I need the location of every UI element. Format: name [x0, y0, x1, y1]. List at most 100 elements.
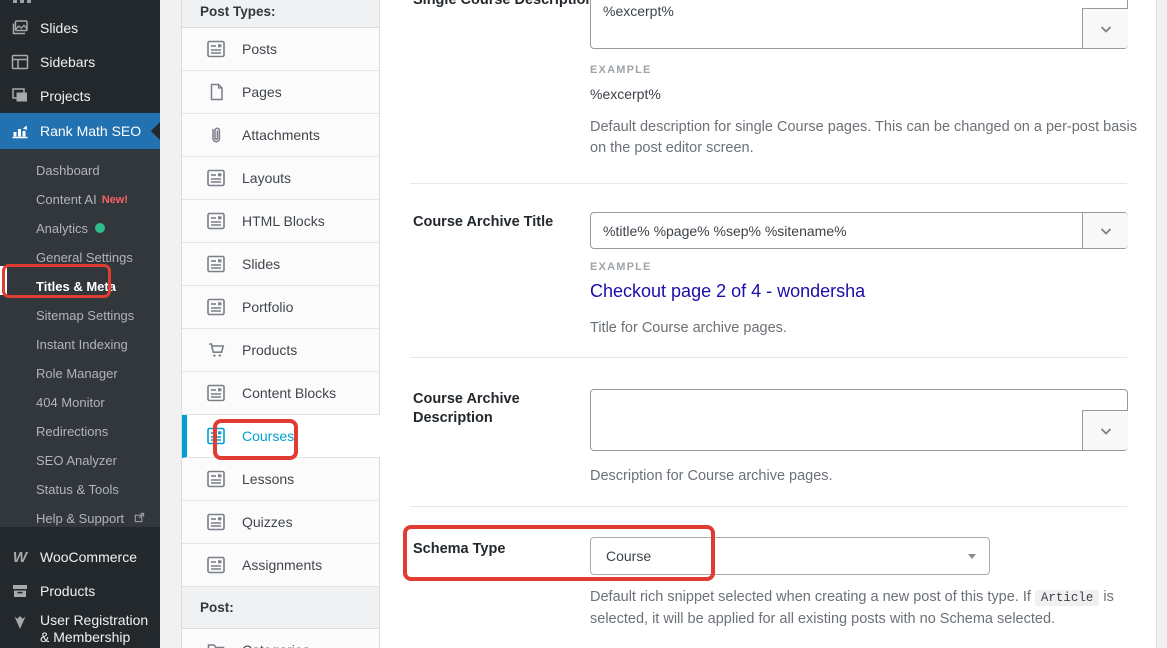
- post-icon: [206, 211, 226, 231]
- sidebar-item-slides[interactable]: Slides: [0, 11, 160, 45]
- schema-type-selected-value: Course: [606, 548, 651, 564]
- submenu-item-404-monitor[interactable]: 404 Monitor: [0, 388, 160, 417]
- post-icon: [206, 469, 226, 489]
- submenu-item-analytics[interactable]: Analytics: [0, 214, 160, 243]
- post-type-tab-lessons[interactable]: Lessons: [182, 458, 380, 501]
- post-types-header: Post Types:: [182, 0, 380, 28]
- post-taxonomies-header: Post:: [182, 587, 380, 629]
- course-archive-title-label: Course Archive Title: [413, 213, 553, 232]
- woocommerce-icon: W: [10, 549, 30, 566]
- section-divider: [410, 357, 1127, 358]
- external-link-icon: [134, 512, 145, 523]
- sidebar-item-products[interactable]: Products: [0, 574, 160, 608]
- sidebar-item-label: Products: [40, 583, 95, 599]
- field-help-text: Title for Course archive pages.: [590, 318, 787, 339]
- new-badge: New!: [102, 194, 128, 206]
- submenu-item-status-tools[interactable]: Status & Tools: [0, 475, 160, 504]
- post-type-tab-products[interactable]: Products: [182, 329, 380, 372]
- single-course-description-field: %excerpt%: [590, 0, 1128, 49]
- post-icon: [206, 254, 226, 274]
- variables-dropdown-button[interactable]: [1082, 8, 1128, 48]
- post-type-tab-assignments[interactable]: Assignments: [182, 544, 380, 587]
- post-type-tab-courses[interactable]: Courses: [182, 415, 381, 458]
- products-box-icon: [10, 581, 30, 601]
- submenu-item-content-ai[interactable]: Content AINew!: [0, 185, 160, 214]
- select-arrow-icon: [968, 554, 976, 559]
- taxonomy-tab-categories[interactable]: Categories: [182, 629, 380, 648]
- post-type-tab-attachments[interactable]: Attachments: [182, 114, 380, 157]
- post-type-tab-pages[interactable]: Pages: [182, 71, 380, 114]
- chevron-down-icon: [1098, 21, 1114, 37]
- schema-type-label: Schema Type: [413, 540, 505, 559]
- sidebar-item-user-registration[interactable]: User Registration & Membership: [0, 610, 160, 646]
- projects-icon: [10, 86, 30, 106]
- course-archive-description-field: [590, 389, 1128, 451]
- post-type-tab-html-blocks[interactable]: HTML Blocks: [182, 200, 380, 243]
- submenu-item-titles-meta[interactable]: Titles & Meta: [0, 272, 160, 301]
- example-heading: EXAMPLE: [590, 64, 652, 76]
- post-type-tab-content-blocks[interactable]: Content Blocks: [182, 372, 380, 415]
- submenu-item-help-support[interactable]: Help & Support: [0, 504, 160, 533]
- course-archive-title-input[interactable]: [590, 212, 1128, 249]
- rank-math-submenu: Dashboard Content AINew! Analytics Gener…: [0, 149, 160, 527]
- chevron-down-icon: [1098, 423, 1114, 439]
- post-type-tab-slides[interactable]: Slides: [182, 243, 380, 286]
- submenu-item-sitemap-settings[interactable]: Sitemap Settings: [0, 301, 160, 330]
- sidebar-item-projects[interactable]: Projects: [0, 79, 160, 113]
- section-divider: [410, 183, 1127, 184]
- analytics-status-dot: [95, 223, 105, 233]
- course-archive-title-field: [590, 212, 1128, 249]
- serp-preview-title: Checkout page 2 of 4 - wondersha: [590, 281, 865, 302]
- code-chip: Article: [1035, 590, 1100, 606]
- sidebars-icon: [10, 52, 30, 72]
- submenu-item-instant-indexing[interactable]: Instant Indexing: [0, 330, 160, 359]
- field-help-text: Description for Course archive pages.: [590, 466, 833, 487]
- post-type-tab-layouts[interactable]: Layouts: [182, 157, 380, 200]
- post-icon: [206, 512, 226, 532]
- sidebar-item-rank-math-seo[interactable]: Rank Math SEO: [0, 113, 160, 149]
- post-icon: [206, 383, 226, 403]
- submenu-item-seo-analyzer[interactable]: SEO Analyzer: [0, 446, 160, 475]
- single-course-description-textarea[interactable]: %excerpt%: [590, 0, 1128, 49]
- sidebar-item-label: Slides: [40, 20, 78, 36]
- example-heading: EXAMPLE: [590, 261, 652, 273]
- chevron-down-icon: [1098, 223, 1114, 239]
- wordpress-admin-screen: Slides Sidebars Projects Rank Math SEO D…: [0, 0, 1167, 648]
- schema-type-select[interactable]: Course: [590, 537, 990, 575]
- example-value: %excerpt%: [590, 86, 661, 102]
- sidebar-item-sidebars[interactable]: Sidebars: [0, 45, 160, 79]
- paperclip-icon: [206, 125, 226, 145]
- sidebar-item-label: Projects: [40, 88, 91, 104]
- post-icon: [206, 555, 226, 575]
- post-icon: [206, 297, 226, 317]
- single-course-description-label: Single Course Description: [413, 0, 594, 10]
- course-archive-description-textarea[interactable]: [590, 389, 1128, 451]
- rank-math-icon: [10, 121, 30, 141]
- submenu-item-general-settings[interactable]: General Settings: [0, 243, 160, 272]
- post-types-panel: Post Types: Posts Pages Attachments Layo…: [181, 0, 380, 648]
- submenu-item-redirections[interactable]: Redirections: [0, 417, 160, 446]
- post-type-tab-quizzes[interactable]: Quizzes: [182, 501, 380, 544]
- category-icon: [206, 640, 226, 648]
- course-archive-description-label: Course Archive Description: [413, 390, 563, 428]
- sidebar-item-label: Sidebars: [40, 54, 95, 70]
- post-icon: [206, 426, 226, 446]
- submenu-item-role-manager[interactable]: Role Manager: [0, 359, 160, 388]
- post-icon: [206, 39, 226, 59]
- post-type-tab-posts[interactable]: Posts: [182, 28, 380, 71]
- page-icon: [206, 82, 226, 102]
- post-icon: [206, 168, 226, 188]
- field-help-text: Default description for single Course pa…: [590, 117, 1142, 159]
- field-help-text: Default rich snippet selected when creat…: [590, 587, 1142, 630]
- slides-icon: [10, 18, 30, 38]
- sidebar-item-label: User Registration & Membership: [40, 612, 150, 646]
- sidebar-item-label: Rank Math SEO: [40, 123, 141, 139]
- wp-admin-sidebar: Slides Sidebars Projects Rank Math SEO D…: [0, 0, 160, 648]
- post-type-tab-portfolio[interactable]: Portfolio: [182, 286, 380, 329]
- submenu-item-dashboard[interactable]: Dashboard: [0, 156, 160, 185]
- cut-off-menu-icon: [13, 0, 17, 3]
- variables-dropdown-button[interactable]: [1082, 410, 1128, 450]
- user-registration-icon: [10, 613, 30, 633]
- variables-dropdown-button[interactable]: [1082, 213, 1128, 248]
- sidebar-item-woocommerce[interactable]: W WooCommerce: [0, 540, 160, 574]
